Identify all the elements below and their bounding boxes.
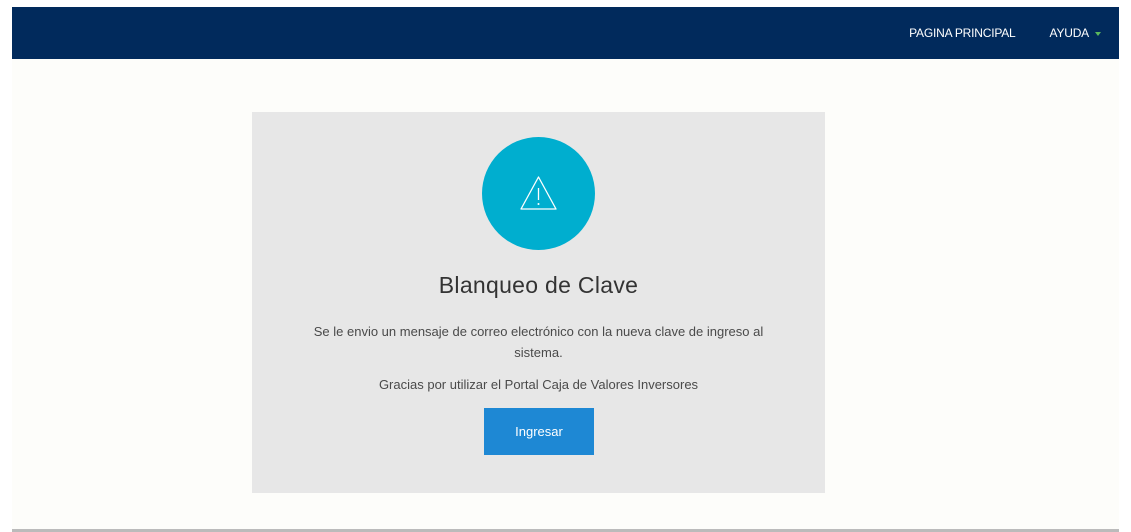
- password-reset-card: Blanqueo de Clave Se le envio un mensaje…: [252, 112, 825, 493]
- alert-badge: [482, 137, 595, 250]
- page: PAGINA PRINCIPAL AYUDA Blanqueo de Clave…: [0, 0, 1131, 532]
- nav-help-label: AYUDA: [1049, 26, 1090, 40]
- nav-help-dropdown[interactable]: AYUDA: [1050, 26, 1101, 40]
- thanks-message: Gracias por utilizar el Portal Caja de V…: [378, 377, 699, 392]
- page-title: Blanqueo de Clave: [438, 272, 639, 298]
- warning-triangle-icon: [520, 176, 557, 210]
- caret-down-icon: [1095, 31, 1101, 36]
- confirmation-message: Se le envio un mensaje de correo electró…: [313, 324, 764, 360]
- top-navbar: PAGINA PRINCIPAL AYUDA: [12, 7, 1119, 59]
- login-button[interactable]: Ingresar: [484, 408, 594, 455]
- nav-home-link[interactable]: PAGINA PRINCIPAL: [909, 26, 1016, 40]
- main-content: Blanqueo de Clave Se le envio un mensaje…: [12, 59, 1119, 529]
